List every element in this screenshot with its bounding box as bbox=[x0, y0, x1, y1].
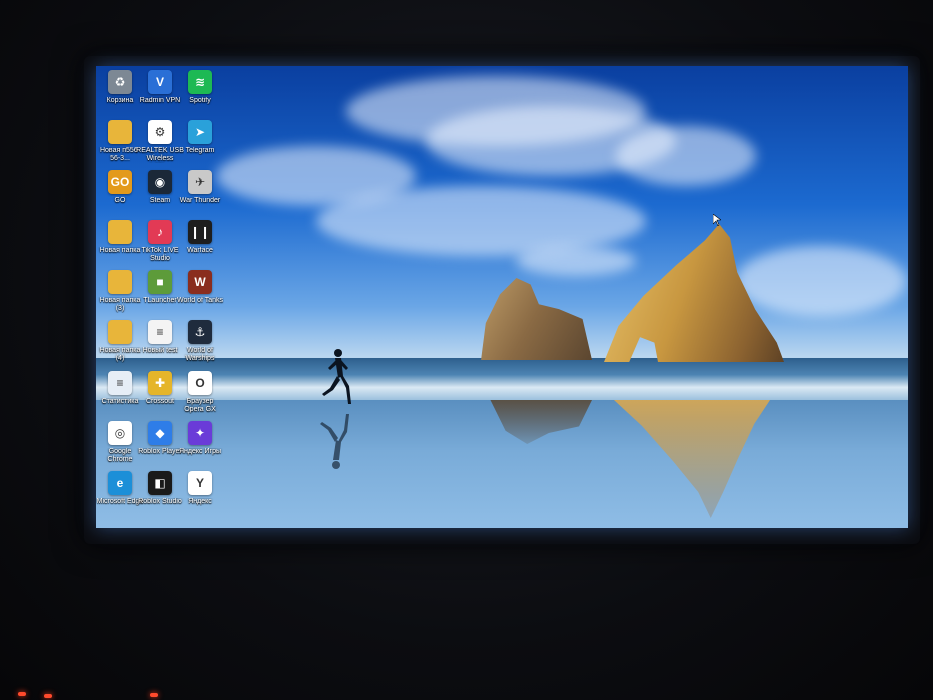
yandex-games-icon: ✦ bbox=[188, 421, 212, 445]
radmin-vpn-icon: V bbox=[148, 70, 172, 94]
yandex-browser-icon: Y bbox=[188, 471, 212, 495]
desktop-icon[interactable]: W World of Tanks bbox=[176, 270, 224, 305]
runner-reflection bbox=[320, 414, 349, 469]
folder-icon bbox=[108, 220, 132, 244]
folder-icon bbox=[108, 320, 132, 344]
roblox-studio-icon: ◧ bbox=[148, 471, 172, 495]
opera-gx-icon: O bbox=[188, 371, 212, 395]
desktop-icon[interactable]: Y Яндекс bbox=[176, 471, 224, 506]
desktop-screen: ♻ Корзина V Radmin VPN ≋ Spotify Новая п556-56… bbox=[96, 66, 908, 528]
steam-icon: ◉ bbox=[148, 170, 172, 194]
small-rock bbox=[481, 278, 592, 360]
text-file-icon: ≡ bbox=[148, 320, 172, 344]
war-thunder-icon: ✈ bbox=[188, 170, 212, 194]
folder-icon bbox=[108, 270, 132, 294]
world-of-warships-icon: ⚓ bbox=[188, 320, 212, 344]
desktop-icon-label: World of Warships bbox=[185, 347, 215, 362]
desktop-icon-label: Telegram bbox=[185, 147, 215, 154]
desktop-icon[interactable]: ✈ War Thunder bbox=[176, 170, 224, 205]
desktop-icon-label: Spotify bbox=[189, 97, 211, 104]
crossout-icon: ✚ bbox=[148, 371, 172, 395]
desktop-icon-label: War Thunder bbox=[179, 197, 221, 204]
desktop-icon[interactable]: ➤ Telegram bbox=[176, 120, 224, 155]
warface-icon: ❙❙ bbox=[188, 220, 212, 244]
desktop-icon[interactable]: ≋ Spotify bbox=[176, 70, 224, 105]
csgo-icon: GO bbox=[108, 170, 132, 194]
document-icon: ≡ bbox=[108, 371, 132, 395]
desktop-icon[interactable]: O Браузер Opera GX bbox=[176, 371, 224, 414]
desktop-icon-label: World of Tanks bbox=[176, 297, 224, 304]
tlauncher-icon: ■ bbox=[148, 270, 172, 294]
roblox-player-icon: ◆ bbox=[148, 421, 172, 445]
spotify-icon: ≋ bbox=[188, 70, 212, 94]
recycle-bin-icon: ♻ bbox=[108, 70, 132, 94]
desktop-icon-label: Яндекс bbox=[188, 498, 212, 505]
world-of-tanks-icon: W bbox=[188, 270, 212, 294]
desktop-icon[interactable]: ❙❙ Warface bbox=[176, 220, 224, 255]
desktop-icon[interactable]: ⚓ World of Warships bbox=[176, 320, 224, 363]
desktop-icon[interactable]: ✦ Яндекс Игры bbox=[176, 421, 224, 456]
telegram-icon: ➤ bbox=[188, 120, 212, 144]
google-chrome-icon: ◎ bbox=[108, 421, 132, 445]
mouse-cursor-icon bbox=[713, 214, 721, 226]
desktop-icon-label: Warface bbox=[187, 247, 213, 254]
tiktok-live-studio-icon: ♪ bbox=[148, 220, 172, 244]
microsoft-edge-icon: e bbox=[108, 471, 132, 495]
runner-silhouette bbox=[322, 349, 351, 404]
realtek-icon: ⚙ bbox=[148, 120, 172, 144]
desktop-icon-label: Браузер Opera GX bbox=[184, 398, 216, 413]
folder-icon bbox=[108, 120, 132, 144]
keyboard-backlight bbox=[0, 680, 200, 700]
desktop-icon-label: Яндекс Игры bbox=[179, 448, 221, 455]
